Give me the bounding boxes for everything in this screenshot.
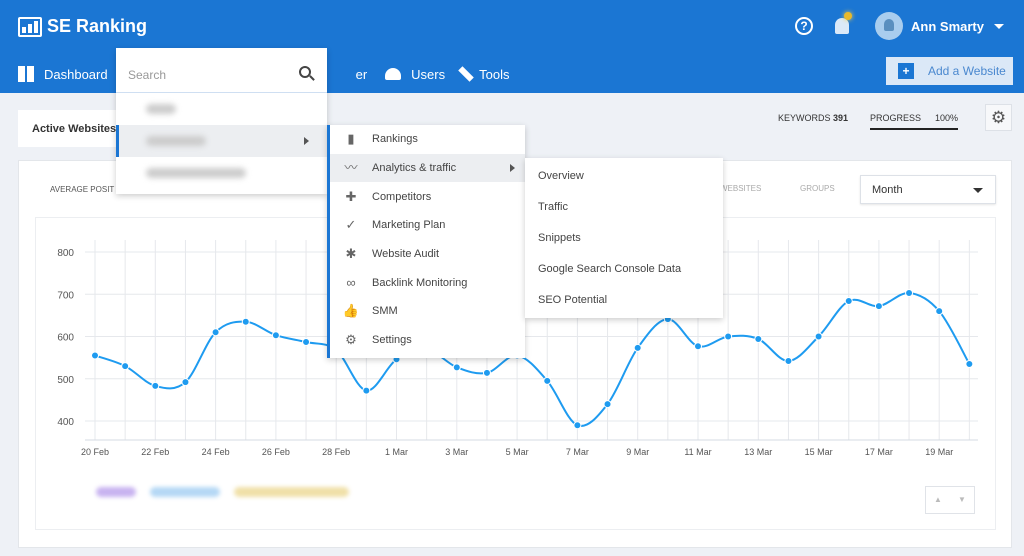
x-tick-label: 24 Feb [202, 447, 230, 457]
data-point [694, 342, 702, 351]
x-tick-label: 13 Mar [744, 447, 772, 457]
submenu-item-snippets[interactable]: Snippets [525, 222, 723, 253]
menu-item-analytics-traffic[interactable]: 〰 Analytics & traffic [330, 153, 525, 183]
x-tick-label: 15 Mar [805, 447, 833, 457]
data-point [91, 351, 99, 360]
search-input[interactable]: Search [116, 48, 327, 93]
thumbs-icon: 👍 [342, 303, 360, 319]
menu-item-smm[interactable]: 👍 SMM [330, 297, 525, 326]
legend-item[interactable] [234, 487, 349, 497]
menu-item-settings[interactable]: ⚙ Settings [330, 326, 525, 355]
submenu-item-overview[interactable]: Overview [525, 160, 723, 191]
legend-pager: ▲ ▼ [925, 486, 975, 514]
bug-icon: ✱ [345, 246, 357, 262]
data-point [965, 359, 974, 368]
x-tick-label: 22 Feb [141, 447, 169, 457]
menu-item-backlink-monitoring[interactable]: ∞ Backlink Monitoring [330, 268, 525, 297]
menu-item-website-audit[interactable]: ✱ Website Audit [330, 240, 525, 269]
y-tick-label: 700 [57, 290, 74, 301]
list-item[interactable] [116, 93, 327, 125]
x-tick-label: 19 Mar [925, 447, 953, 457]
x-tick-label: 9 Mar [626, 447, 649, 457]
y-tick-label: 500 [57, 375, 74, 386]
data-point [452, 363, 461, 372]
menu-item-marketing-plan[interactable]: ✓ Marketing Plan [330, 211, 525, 240]
x-tick-label: 3 Mar [445, 447, 468, 457]
data-point [241, 317, 250, 326]
chart-legend [96, 487, 349, 497]
legend-item[interactable] [96, 487, 136, 497]
data-point [935, 307, 944, 316]
menu-item-competitors[interactable]: ✚ Competitors [330, 182, 525, 211]
data-point [271, 331, 280, 340]
x-tick-label: 1 Mar [385, 447, 408, 457]
data-point [181, 378, 190, 387]
submenu-item-seo-potential[interactable]: SEO Potential [525, 284, 723, 315]
data-point [814, 332, 823, 341]
x-tick-label: 20 Feb [81, 447, 109, 457]
competitors-icon: ✚ [345, 188, 357, 204]
x-tick-label: 28 Feb [322, 447, 350, 457]
data-point [754, 335, 763, 344]
analytics-submenu: Overview Traffic Snippets Google Search Con… [525, 158, 723, 318]
gear-icon: ⚙ [345, 332, 357, 348]
chevron-right-icon [510, 164, 515, 173]
x-tick-label: 5 Mar [506, 447, 529, 457]
bar-chart-icon: ▮ [347, 131, 355, 147]
data-point [905, 288, 914, 297]
legend-item[interactable] [150, 487, 220, 497]
trend-icon: 〰 [344, 160, 358, 176]
data-point [784, 357, 793, 366]
data-point [633, 343, 642, 352]
data-point [121, 362, 130, 371]
down-arrow-icon[interactable]: ▼ [950, 487, 974, 513]
y-tick-label: 800 [57, 248, 74, 259]
list-item[interactable] [116, 157, 327, 189]
data-point [362, 386, 371, 395]
y-tick-label: 600 [57, 333, 74, 344]
project-menu: ▮ Rankings 〰 Analytics & traffic ✚ Competitor… [327, 125, 525, 358]
data-point [543, 376, 552, 385]
y-tick-label: 400 [57, 417, 74, 428]
x-tick-label: 26 Feb [262, 447, 290, 457]
x-tick-label: 11 Mar [684, 447, 711, 457]
up-arrow-icon[interactable]: ▲ [926, 487, 950, 513]
data-point [874, 302, 883, 311]
x-tick-label: 17 Mar [865, 447, 893, 457]
data-point [211, 328, 220, 337]
data-point [482, 368, 491, 377]
data-point [151, 381, 160, 390]
link-icon: ∞ [346, 274, 356, 290]
project-search-menu: Search [116, 48, 327, 194]
data-point [603, 400, 612, 409]
submenu-item-traffic[interactable]: Traffic [525, 191, 723, 222]
data-point [844, 297, 853, 306]
submenu-item-google-search-console-data[interactable]: Google Search Console Data [525, 253, 723, 284]
chevron-right-icon [304, 137, 309, 145]
checkmarks-icon: ✓ [345, 217, 357, 233]
x-tick-label: 7 Mar [566, 447, 589, 457]
data-point [302, 337, 311, 346]
data-point [724, 332, 733, 341]
list-item-selected[interactable] [116, 125, 327, 157]
menu-item-rankings[interactable]: ▮ Rankings [330, 125, 525, 154]
search-icon [299, 66, 311, 78]
data-point [573, 421, 582, 430]
